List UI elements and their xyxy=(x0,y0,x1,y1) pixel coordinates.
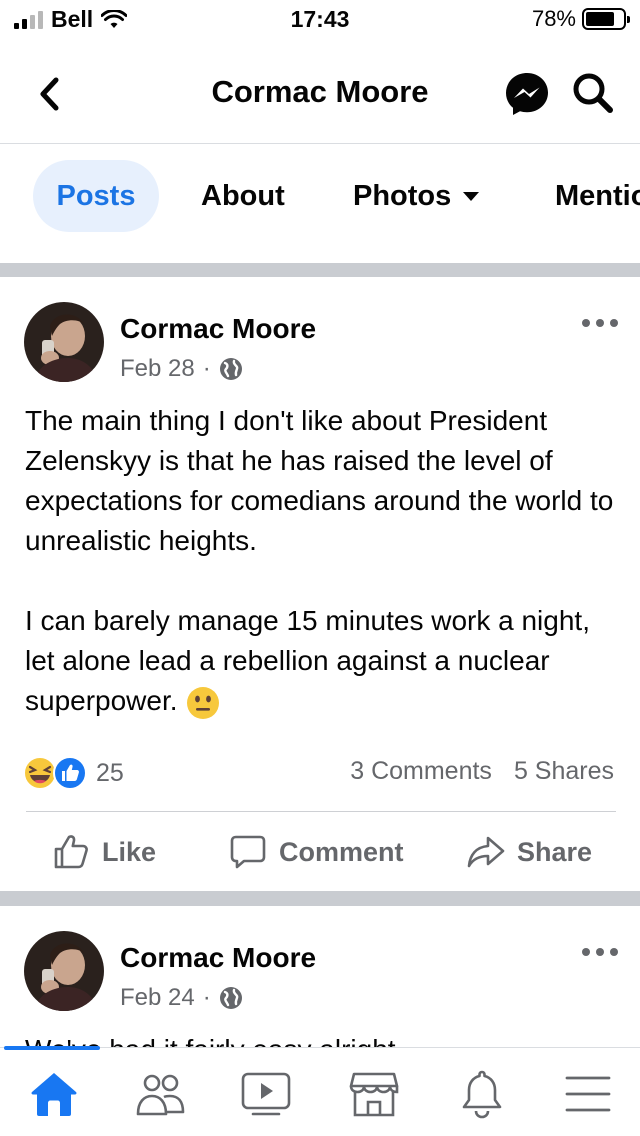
shares-count[interactable]: 5 Shares xyxy=(514,757,614,786)
dot xyxy=(610,319,618,327)
nav-watch[interactable] xyxy=(238,1068,294,1120)
comment-label: Comment xyxy=(279,836,404,867)
globe-icon xyxy=(219,358,242,380)
messenger-button[interactable] xyxy=(503,70,551,118)
profile-header: Cormac Moore xyxy=(0,50,640,140)
post-text: The main thing I don't like about Presid… xyxy=(25,401,625,721)
battery-fill xyxy=(586,12,615,26)
profile-tabs: Posts About Photos Mentio xyxy=(0,160,640,232)
marketplace-icon xyxy=(349,1072,399,1117)
post-author[interactable]: Cormac Moore xyxy=(120,313,316,345)
menu-icon xyxy=(565,1076,611,1112)
share-button[interactable]: Share xyxy=(467,833,592,871)
nav-home[interactable] xyxy=(26,1068,82,1120)
tab-label: About xyxy=(201,179,285,212)
dot xyxy=(596,948,604,956)
post-stats: 3 Comments 5 Shares xyxy=(350,757,614,786)
post-options-button[interactable] xyxy=(582,315,618,331)
post-options-button[interactable] xyxy=(582,944,618,960)
post-date[interactable]: Feb 28 xyxy=(120,355,195,383)
comment-button[interactable]: Comment xyxy=(229,833,404,871)
search-icon xyxy=(573,73,613,113)
messenger-icon xyxy=(506,73,548,115)
post-meta: Feb 28 · xyxy=(120,355,243,383)
dot xyxy=(582,319,590,327)
nav-marketplace[interactable] xyxy=(346,1068,402,1120)
post-text-preview: We've had it fairly easy alright xyxy=(25,1030,625,1047)
battery-icon xyxy=(582,8,630,30)
neutral-face-emoji xyxy=(186,686,219,719)
post-date[interactable]: Feb 24 xyxy=(120,984,195,1012)
globe-icon xyxy=(219,987,242,1009)
friends-icon xyxy=(136,1074,185,1116)
battery-percent: 78% xyxy=(531,6,576,31)
section-separator xyxy=(0,891,640,906)
post-paragraph-text: I can barely manage 15 minutes work a ni… xyxy=(25,605,590,716)
tab-label: Mentio xyxy=(555,179,640,212)
nav-friends[interactable] xyxy=(132,1068,188,1120)
post-paragraph: I can barely manage 15 minutes work a ni… xyxy=(25,601,625,721)
like-reaction-icon xyxy=(53,756,87,790)
home-icon xyxy=(31,1073,77,1116)
nav-menu[interactable] xyxy=(560,1068,616,1120)
reaction-count: 25 xyxy=(96,758,124,787)
like-button[interactable]: Like xyxy=(52,833,156,871)
meta-separator: · xyxy=(202,355,211,382)
search-button[interactable] xyxy=(570,70,616,116)
caret-down-icon xyxy=(463,191,480,201)
post-meta: Feb 24 · xyxy=(120,984,243,1012)
dot xyxy=(610,948,618,956)
post: Cormac Moore Feb 24 · We've had it fairl… xyxy=(0,906,640,1047)
tab-about[interactable]: About xyxy=(201,160,285,232)
comments-count[interactable]: 3 Comments xyxy=(350,757,492,786)
avatar[interactable] xyxy=(24,931,104,1011)
tab-posts[interactable]: Posts xyxy=(33,160,159,232)
action-divider xyxy=(26,811,616,812)
post: Cormac Moore Feb 28 · The main thing I d… xyxy=(0,277,640,891)
share-icon xyxy=(467,836,505,868)
tab-label: Posts xyxy=(56,179,136,212)
watch-icon xyxy=(241,1072,291,1116)
post-author[interactable]: Cormac Moore xyxy=(120,942,316,974)
nav-notifications[interactable] xyxy=(454,1068,510,1120)
post-paragraph: The main thing I don't like about Presid… xyxy=(25,405,614,556)
dot xyxy=(582,948,590,956)
share-label: Share xyxy=(517,836,593,867)
profile-photo xyxy=(24,302,104,382)
section-separator xyxy=(0,263,640,277)
avatar[interactable] xyxy=(24,302,104,382)
notifications-icon xyxy=(462,1070,502,1119)
comment-icon xyxy=(230,835,266,869)
tab-label: Photos xyxy=(353,179,452,212)
dot xyxy=(596,319,604,327)
status-right: 78% xyxy=(531,6,630,32)
status-bar: Bell 17:43 78% xyxy=(0,0,640,40)
active-tab-indicator xyxy=(4,1046,100,1050)
header-divider xyxy=(0,143,640,144)
thumbs-up-icon xyxy=(54,835,88,869)
like-label: Like xyxy=(102,836,157,867)
reactions-summary[interactable]: 25 xyxy=(22,755,124,791)
tab-photos[interactable]: Photos xyxy=(353,160,480,232)
meta-separator: · xyxy=(202,984,211,1011)
bottom-navigation xyxy=(0,1046,640,1136)
tab-mentions[interactable]: Mentio xyxy=(555,160,640,232)
profile-photo xyxy=(24,931,104,1011)
